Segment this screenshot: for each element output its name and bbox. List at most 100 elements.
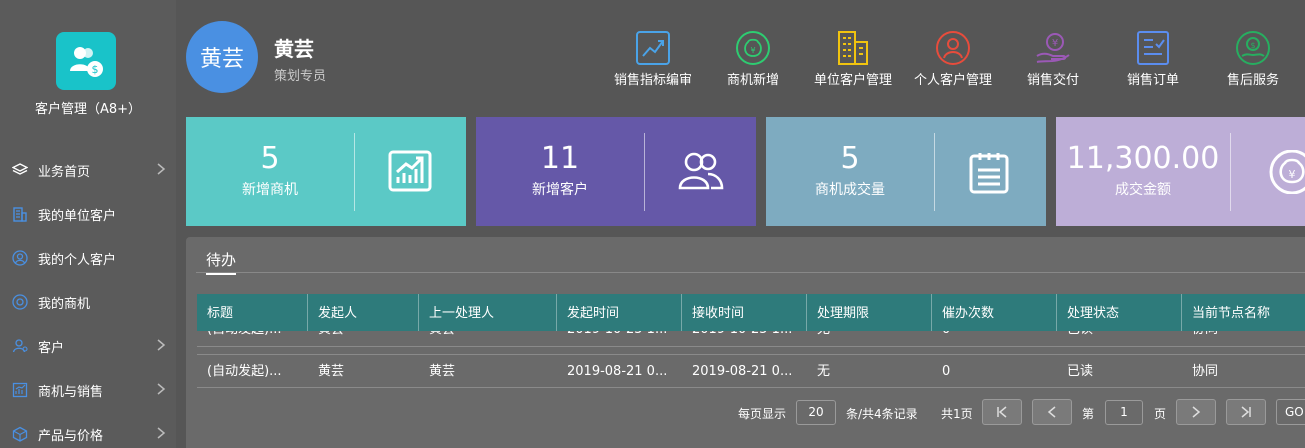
service-money-icon: $ [1236,31,1270,65]
table-cell: 已读 [1057,331,1182,347]
stat-value: 5 [260,141,280,176]
sidebar-item-customers[interactable]: 客户 [0,324,176,368]
stat-value: 11 [540,141,580,176]
prev-page-button[interactable] [1032,399,1072,425]
quick-link-org-customers[interactable]: 单位客户管理 [803,0,903,110]
person-icon [936,31,970,65]
stat-divider [1230,133,1231,211]
box-icon [12,426,28,442]
go-button[interactable]: GO [1276,399,1305,425]
table-cell: 黄芸 [419,331,557,347]
stat-card-deal-count[interactable]: 5 商机成交量 [766,117,1046,226]
quick-link-after-sales[interactable]: $ 售后服务 [1203,0,1303,110]
quick-link-personal-customers[interactable]: 个人客户管理 [903,0,1003,110]
quick-link-sales-orders[interactable]: 销售订单 [1103,0,1203,110]
order-checklist-icon [1137,31,1169,65]
table-cell: 黄芸 [308,331,419,347]
chevron-right-icon [1192,406,1201,418]
layers-icon [12,162,28,178]
user-role: 策划专员 [274,69,327,84]
sidebar-item-label: 我的单位客户 [38,208,117,224]
chevron-right-icon [157,163,166,175]
stat-divider [644,133,645,211]
sidebar-item-products-prices[interactable]: 产品与价格 [0,412,176,448]
stat-card-deal-amount[interactable]: 11,300.00 成交金额 ¥ [1056,117,1305,226]
stat-divider [934,133,935,211]
per-page-label: 每页显示 [738,407,787,421]
first-page-icon [997,406,1007,418]
last-page-icon [1241,406,1251,418]
column-header[interactable]: 催办次数 [932,294,1057,331]
page-number-input[interactable]: 1 [1105,400,1143,425]
stat-divider [354,133,355,211]
header: 黄芸 黄芸 策划专员 销售指标编审 ¥ 商机新增 单位客户管理 个人客户管理 ¥… [176,0,1305,110]
column-header[interactable]: 接收时间 [682,294,807,331]
chart-up-icon [388,150,432,192]
avatar[interactable]: 黄芸 [186,21,258,93]
sidebar-item-my-personal-customers[interactable]: 我的个人客户 [0,236,176,280]
table-cell: 无 [817,364,831,379]
table-cell: (自动发起)... [207,364,282,379]
sidebar-item-label: 我的商机 [38,296,91,312]
column-header[interactable]: 发起人 [308,294,419,331]
column-header[interactable]: 处理期限 [807,294,932,331]
table-scroll-area[interactable]: (自动发起)... 黄芸 黄芸 2019-10-25 1... 2019-10-… [197,331,1305,353]
sidebar: $ 客户管理（A8+） 业务首页 我的单位客户 我的个人客户 我的商机 客户 商… [0,0,176,448]
sidebar-item-label: 我的个人客户 [38,252,117,268]
money-bag-icon: ¥ [736,31,770,65]
tab-divider [196,272,1305,273]
table-cell: (自动发起)... [197,331,308,347]
stat-card-new-customers[interactable]: 11 新增客户 [476,117,756,226]
column-header[interactable]: 处理状态 [1057,294,1182,331]
last-page-button[interactable] [1226,399,1266,425]
table-header: 标题 发起人 上一处理人 发起时间 接收时间 处理期限 催办次数 处理状态 当前… [197,294,1305,331]
table-cell: 无 [807,331,932,347]
table-row[interactable]: (自动发起)... 黄芸 黄芸 2019-10-25 1... 2019-10-… [197,331,1305,347]
svg-text:$: $ [1250,41,1255,50]
table-row[interactable]: (自动发起)... 黄芸 黄芸 2019-08-21 0... 2019-08-… [197,354,1305,388]
total-records-label: 条/共4条记录 [846,407,918,421]
person-circle-icon [12,250,28,266]
clipboard-icon [969,153,1009,194]
table-cell: 0 [932,331,1057,347]
chevron-right-icon [157,427,166,439]
pagination: 每页显示 20 条/共4条记录 共1页 第 1 页 GO [186,399,1305,427]
money-bag-icon: ¥ [1269,150,1305,194]
total-pages-label: 共1页 [941,407,973,421]
svg-text:¥: ¥ [750,46,755,55]
quick-link-sales-delivery[interactable]: ¥ 销售交付 [1003,0,1103,110]
sidebar-item-my-org-customers[interactable]: 我的单位客户 [0,192,176,236]
stat-value: 5 [840,141,860,176]
table-cell: 黄芸 [429,364,456,379]
column-header[interactable]: 上一处理人 [419,294,557,331]
next-page-button[interactable] [1176,399,1216,425]
chevron-left-icon [1047,406,1056,418]
chevron-right-icon [157,383,166,395]
quick-link-new-opportunity[interactable]: ¥ 商机新增 [703,0,803,110]
sidebar-item-home[interactable]: 业务首页 [0,148,176,192]
quick-link-label: 售后服务 [1226,73,1279,88]
chevron-right-icon [157,339,166,351]
first-page-button[interactable] [982,399,1022,425]
sidebar-item-my-opportunities[interactable]: 我的商机 [0,280,176,324]
svg-text:¥: ¥ [1289,168,1296,181]
stat-card-new-opportunities[interactable]: 5 新增商机 [186,117,466,226]
table-cell: 0 [942,364,951,379]
svg-text:¥: ¥ [1052,38,1058,49]
opportunity-icon [12,294,28,310]
chart-icon [12,382,28,398]
table-cell: 2019-08-21 0... [567,364,668,379]
column-header[interactable]: 发起时间 [557,294,682,331]
table-cell: 协同 [1192,364,1219,379]
quick-link-sales-target[interactable]: 销售指标编审 [603,0,703,110]
column-header[interactable]: 标题 [197,294,308,331]
per-page-input[interactable]: 20 [796,400,836,425]
column-header[interactable]: 当前节点名称 [1182,294,1305,331]
table-cell: 黄芸 [318,364,345,379]
page-suffix-label: 页 [1154,407,1167,421]
trend-chart-icon [636,31,670,65]
sidebar-item-opportunity-sales[interactable]: 商机与销售 [0,368,176,412]
app-logo-icon[interactable]: $ [56,32,116,90]
sidebar-item-label: 产品与价格 [38,428,104,444]
building-icon [12,206,28,222]
